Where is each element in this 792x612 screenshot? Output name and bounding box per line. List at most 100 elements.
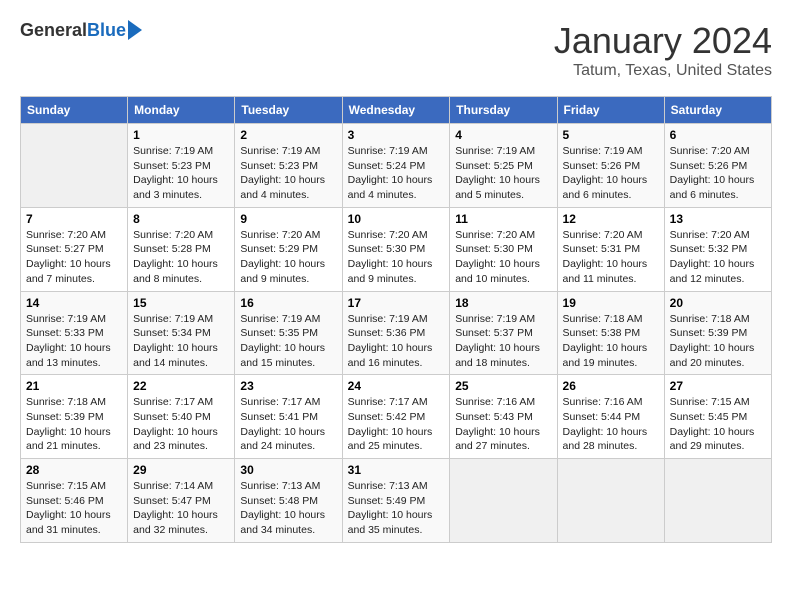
logo-blue-text: Blue — [87, 20, 126, 41]
day-header-wednesday: Wednesday — [342, 97, 450, 124]
week-row-4: 21 Sunrise: 7:18 AM Sunset: 5:39 PM Dayli… — [21, 375, 772, 459]
calendar-cell: 26 Sunrise: 7:16 AM Sunset: 5:44 PM Dayli… — [557, 375, 664, 459]
calendar-subtitle: Tatum, Texas, United States — [554, 62, 772, 80]
day-number: 12 — [563, 212, 659, 226]
day-info: Sunrise: 7:20 AM Sunset: 5:27 PM Dayligh… — [26, 228, 122, 287]
calendar-cell — [450, 459, 557, 543]
day-number: 2 — [240, 128, 336, 142]
day-info: Sunrise: 7:20 AM Sunset: 5:31 PM Dayligh… — [563, 228, 659, 287]
day-number: 24 — [348, 379, 445, 393]
logo-arrow-icon — [128, 20, 142, 40]
calendar-cell: 21 Sunrise: 7:18 AM Sunset: 5:39 PM Dayli… — [21, 375, 128, 459]
day-number: 18 — [455, 296, 551, 310]
calendar-cell: 10Sunrise: 7:20 AM Sunset: 5:30 PM Dayli… — [342, 207, 450, 291]
calendar-cell: 2 Sunrise: 7:19 AM Sunset: 5:23 PM Daylig… — [235, 124, 342, 208]
day-info: Sunrise: 7:19 AM Sunset: 5:33 PM Dayligh… — [26, 312, 122, 371]
calendar-cell: 1 Sunrise: 7:19 AM Sunset: 5:23 PM Daylig… — [128, 124, 235, 208]
day-number: 9 — [240, 212, 336, 226]
day-number: 28 — [26, 463, 122, 477]
week-row-3: 14 Sunrise: 7:19 AM Sunset: 5:33 PM Dayli… — [21, 291, 772, 375]
day-number: 23 — [240, 379, 336, 393]
calendar-cell: 3Sunrise: 7:19 AM Sunset: 5:24 PM Daylig… — [342, 124, 450, 208]
days-of-week-row: SundayMondayTuesdayWednesdayThursdayFrid… — [21, 97, 772, 124]
day-number: 5 — [563, 128, 659, 142]
day-info: Sunrise: 7:18 AM Sunset: 5:39 PM Dayligh… — [26, 395, 122, 454]
day-info: Sunrise: 7:20 AM Sunset: 5:32 PM Dayligh… — [670, 228, 766, 287]
calendar-cell: 31Sunrise: 7:13 AM Sunset: 5:49 PM Dayli… — [342, 459, 450, 543]
day-number: 29 — [133, 463, 229, 477]
day-number: 13 — [670, 212, 766, 226]
day-number: 19 — [563, 296, 659, 310]
day-header-tuesday: Tuesday — [235, 97, 342, 124]
day-number: 27 — [670, 379, 766, 393]
calendar-cell: 20Sunrise: 7:18 AM Sunset: 5:39 PM Dayli… — [664, 291, 771, 375]
day-number: 4 — [455, 128, 551, 142]
calendar-cell: 23Sunrise: 7:17 AM Sunset: 5:41 PM Dayli… — [235, 375, 342, 459]
day-info: Sunrise: 7:19 AM Sunset: 5:23 PM Dayligh… — [240, 144, 336, 203]
day-info: Sunrise: 7:20 AM Sunset: 5:29 PM Dayligh… — [240, 228, 336, 287]
calendar-body: 1 Sunrise: 7:19 AM Sunset: 5:23 PM Daylig… — [21, 124, 772, 543]
day-info: Sunrise: 7:19 AM Sunset: 5:25 PM Dayligh… — [455, 144, 551, 203]
calendar-table: SundayMondayTuesdayWednesdayThursdayFrid… — [20, 96, 772, 543]
calendar-cell: 9 Sunrise: 7:20 AM Sunset: 5:29 PM Daylig… — [235, 207, 342, 291]
day-header-friday: Friday — [557, 97, 664, 124]
calendar-cell: 12 Sunrise: 7:20 AM Sunset: 5:31 PM Dayli… — [557, 207, 664, 291]
calendar-cell: 8 Sunrise: 7:20 AM Sunset: 5:28 PM Daylig… — [128, 207, 235, 291]
day-info: Sunrise: 7:15 AM Sunset: 5:46 PM Dayligh… — [26, 479, 122, 538]
day-number: 21 — [26, 379, 122, 393]
calendar-title: January 2024 — [554, 20, 772, 62]
calendar-cell: 17 Sunrise: 7:19 AM Sunset: 5:36 PM Dayli… — [342, 291, 450, 375]
day-info: Sunrise: 7:13 AM Sunset: 5:48 PM Dayligh… — [240, 479, 336, 538]
calendar-cell — [664, 459, 771, 543]
calendar-cell: 14 Sunrise: 7:19 AM Sunset: 5:33 PM Dayli… — [21, 291, 128, 375]
calendar-cell: 30 Sunrise: 7:13 AM Sunset: 5:48 PM Dayli… — [235, 459, 342, 543]
calendar-cell: 6 Sunrise: 7:20 AM Sunset: 5:26 PM Daylig… — [664, 124, 771, 208]
calendar-cell: 13 Sunrise: 7:20 AM Sunset: 5:32 PM Dayli… — [664, 207, 771, 291]
week-row-2: 7Sunrise: 7:20 AM Sunset: 5:27 PM Daylig… — [21, 207, 772, 291]
day-info: Sunrise: 7:19 AM Sunset: 5:26 PM Dayligh… — [563, 144, 659, 203]
calendar-cell: 29Sunrise: 7:14 AM Sunset: 5:47 PM Dayli… — [128, 459, 235, 543]
calendar-cell — [21, 124, 128, 208]
day-info: Sunrise: 7:17 AM Sunset: 5:40 PM Dayligh… — [133, 395, 229, 454]
day-info: Sunrise: 7:20 AM Sunset: 5:30 PM Dayligh… — [455, 228, 551, 287]
day-info: Sunrise: 7:19 AM Sunset: 5:23 PM Dayligh… — [133, 144, 229, 203]
calendar-cell: 16 Sunrise: 7:19 AM Sunset: 5:35 PM Dayli… — [235, 291, 342, 375]
day-info: Sunrise: 7:15 AM Sunset: 5:45 PM Dayligh… — [670, 395, 766, 454]
day-info: Sunrise: 7:13 AM Sunset: 5:49 PM Dayligh… — [348, 479, 445, 538]
calendar-cell: 7Sunrise: 7:20 AM Sunset: 5:27 PM Daylig… — [21, 207, 128, 291]
calendar-cell: 28 Sunrise: 7:15 AM Sunset: 5:46 PM Dayli… — [21, 459, 128, 543]
day-number: 8 — [133, 212, 229, 226]
day-info: Sunrise: 7:20 AM Sunset: 5:28 PM Dayligh… — [133, 228, 229, 287]
calendar-cell: 25Sunrise: 7:16 AM Sunset: 5:43 PM Dayli… — [450, 375, 557, 459]
page-header: General Blue January 2024 Tatum, Texas, … — [20, 20, 772, 80]
calendar-cell: 5 Sunrise: 7:19 AM Sunset: 5:26 PM Daylig… — [557, 124, 664, 208]
day-info: Sunrise: 7:19 AM Sunset: 5:36 PM Dayligh… — [348, 312, 445, 371]
day-info: Sunrise: 7:18 AM Sunset: 5:38 PM Dayligh… — [563, 312, 659, 371]
day-info: Sunrise: 7:19 AM Sunset: 5:37 PM Dayligh… — [455, 312, 551, 371]
day-number: 10 — [348, 212, 445, 226]
calendar-cell: 22Sunrise: 7:17 AM Sunset: 5:40 PM Dayli… — [128, 375, 235, 459]
day-number: 16 — [240, 296, 336, 310]
calendar-cell — [557, 459, 664, 543]
day-info: Sunrise: 7:20 AM Sunset: 5:26 PM Dayligh… — [670, 144, 766, 203]
day-number: 26 — [563, 379, 659, 393]
day-number: 25 — [455, 379, 551, 393]
logo-general-text: General — [20, 20, 87, 41]
day-info: Sunrise: 7:16 AM Sunset: 5:44 PM Dayligh… — [563, 395, 659, 454]
day-number: 14 — [26, 296, 122, 310]
day-number: 11 — [455, 212, 551, 226]
calendar-cell: 18 Sunrise: 7:19 AM Sunset: 5:37 PM Dayli… — [450, 291, 557, 375]
day-info: Sunrise: 7:19 AM Sunset: 5:34 PM Dayligh… — [133, 312, 229, 371]
calendar-cell: 11 Sunrise: 7:20 AM Sunset: 5:30 PM Dayli… — [450, 207, 557, 291]
title-block: January 2024 Tatum, Texas, United States — [554, 20, 772, 80]
week-row-1: 1 Sunrise: 7:19 AM Sunset: 5:23 PM Daylig… — [21, 124, 772, 208]
day-info: Sunrise: 7:19 AM Sunset: 5:35 PM Dayligh… — [240, 312, 336, 371]
day-number: 6 — [670, 128, 766, 142]
day-number: 30 — [240, 463, 336, 477]
day-number: 1 — [133, 128, 229, 142]
week-row-5: 28 Sunrise: 7:15 AM Sunset: 5:46 PM Dayli… — [21, 459, 772, 543]
day-header-thursday: Thursday — [450, 97, 557, 124]
day-info: Sunrise: 7:17 AM Sunset: 5:42 PM Dayligh… — [348, 395, 445, 454]
day-number: 17 — [348, 296, 445, 310]
day-number: 15 — [133, 296, 229, 310]
